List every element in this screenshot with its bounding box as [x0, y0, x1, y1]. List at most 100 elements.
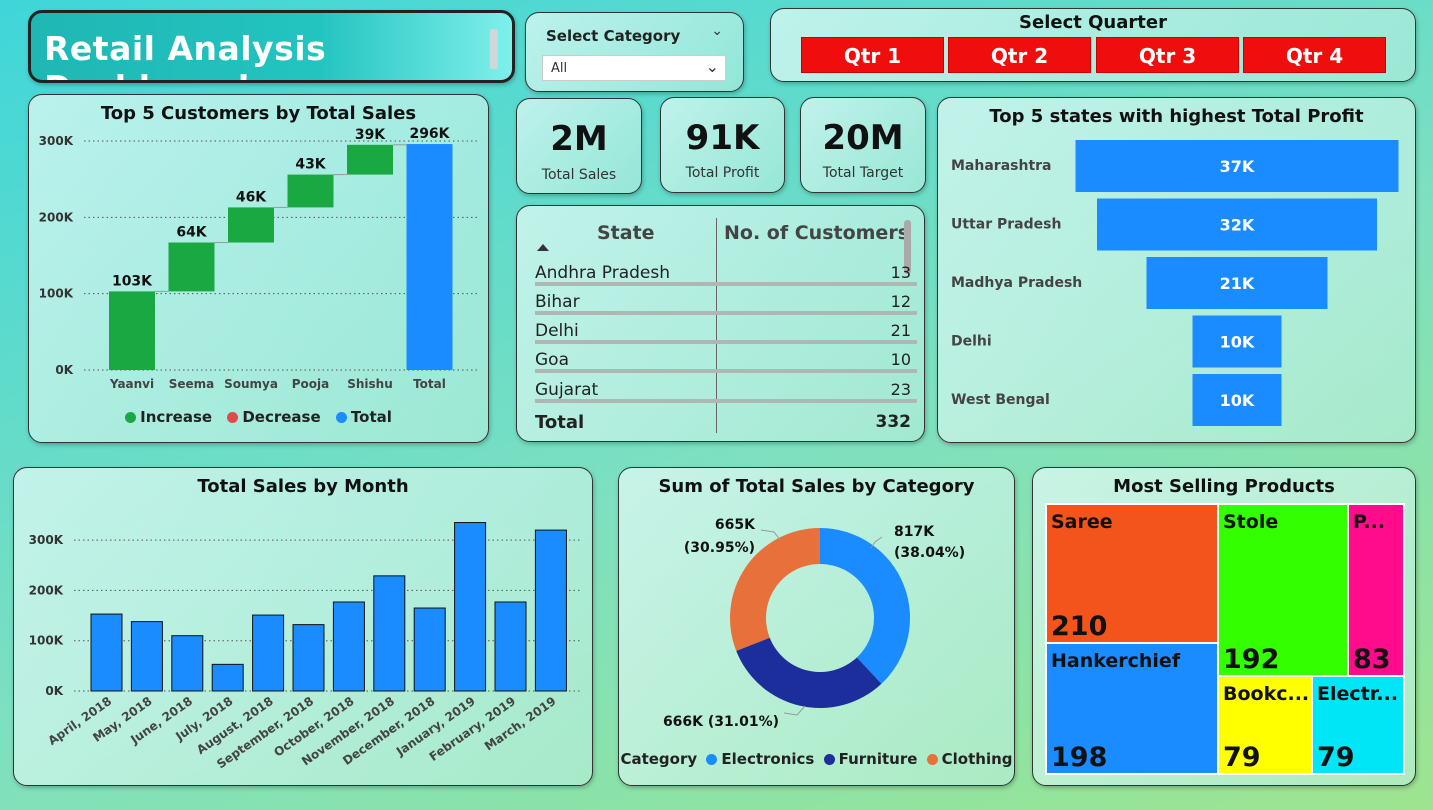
month-bar	[373, 575, 406, 692]
month-bar	[332, 601, 365, 692]
tile-value: 79	[1317, 742, 1355, 773]
table-total-row: Total 332	[535, 409, 917, 435]
legend-decrease: Decrease	[227, 408, 321, 426]
y-tick-label: 0K	[55, 363, 73, 377]
y-tick-label: 100K	[39, 287, 74, 301]
waterfall-chart: 0K 100K 200K 300K 103K Yaanvi 64K Seema 46K Soumy…	[39, 126, 479, 391]
legend-title: Category	[620, 750, 698, 768]
tile-value: 198	[1051, 742, 1108, 773]
furniture-dot-icon	[823, 754, 835, 765]
quarter-button-q1[interactable]: Qtr 1	[801, 37, 944, 73]
month-bar	[534, 529, 567, 692]
decrease-dot-icon	[227, 412, 239, 423]
y-tick-label: 0K	[45, 684, 63, 698]
page-title: Retail Analysis Dashboard	[44, 29, 327, 80]
table-row: Gujarat 23	[535, 377, 917, 403]
column-header-customers[interactable]: No. of Customers	[724, 222, 909, 244]
month-bar	[494, 601, 527, 692]
y-tick-label: 300K	[39, 134, 74, 148]
data-label: 296K	[409, 126, 450, 142]
cell-count: 23	[890, 380, 911, 399]
category-slicer-label: Select Category	[546, 27, 681, 45]
electronics-dot-icon	[706, 754, 718, 765]
table-row: Bihar 12	[535, 289, 917, 315]
kpi-value: 20M	[822, 118, 904, 158]
category-dropdown[interactable]: All ⌄	[542, 55, 726, 81]
month-bar	[90, 613, 123, 692]
x-tick-label: Shishu	[347, 377, 393, 391]
title-banner: Retail Analysis Dashboard	[28, 10, 515, 83]
waterfall-bar	[347, 144, 393, 175]
total-value: 332	[875, 412, 912, 432]
data-label: 39K	[355, 127, 386, 143]
cell-count: 10	[890, 350, 911, 369]
kpi-total-sales: 2M Total Sales	[516, 98, 642, 194]
category-label: West Bengal	[951, 392, 1050, 408]
data-label: 37K	[1220, 157, 1255, 176]
leader-line	[870, 536, 883, 549]
treemap-tile[interactable]: Stole 192	[1217, 503, 1349, 677]
cell-state: Andhra Pradesh	[535, 263, 671, 283]
x-tick-label: Pooja	[292, 377, 330, 391]
month-bar	[292, 624, 325, 692]
tile-value: 210	[1051, 611, 1108, 642]
treemap-title: Most Selling Products	[1113, 476, 1335, 497]
cell-count: 13	[890, 263, 911, 282]
month-bar	[454, 522, 487, 692]
kpi-label: Total Profit	[685, 165, 760, 181]
total-dot-icon	[335, 412, 347, 423]
waterfall-bar	[109, 291, 155, 370]
y-tick-label: 200K	[39, 210, 74, 224]
table-row: Goa 10	[535, 347, 917, 373]
waterfall-bar	[228, 207, 274, 243]
sort-ascending-icon[interactable]	[537, 244, 549, 251]
tile-label: Electr...	[1317, 683, 1399, 705]
data-label: 10K	[1220, 391, 1255, 410]
category-slicer[interactable]: Select Category ⌄ All ⌄	[525, 12, 744, 92]
kpi-value: 2M	[550, 119, 608, 159]
tile-value: 192	[1223, 644, 1280, 675]
chevron-down-icon[interactable]: ⌄	[711, 23, 723, 39]
data-label: 46K	[236, 189, 267, 205]
cell-count: 21	[890, 321, 911, 340]
column-header-state[interactable]: State	[597, 222, 655, 244]
data-label: 817K	[894, 524, 935, 540]
treemap-tile[interactable]: Electr... 79	[1311, 675, 1405, 775]
treemap-tile[interactable]: Bookc... 79	[1217, 675, 1313, 775]
data-label: (38.04%)	[894, 545, 965, 561]
y-tick-label: 100K	[29, 634, 64, 648]
customers-table: State No. of Customers Andhra Pradesh 13…	[516, 205, 925, 442]
clothing-dot-icon	[926, 754, 938, 765]
treemap-tile[interactable]: Saree 210	[1045, 503, 1219, 644]
table-row: Andhra Pradesh 13	[535, 260, 917, 286]
table-row: Delhi 21	[535, 318, 917, 344]
treemap-tile[interactable]: P... 83	[1347, 503, 1405, 677]
quarter-button-q3[interactable]: Qtr 3	[1096, 37, 1239, 73]
month-bar	[130, 621, 163, 692]
tile-label: Stole	[1223, 511, 1279, 533]
quarter-button-q2[interactable]: Qtr 2	[948, 37, 1091, 73]
kpi-label: Total Target	[822, 165, 904, 181]
category-dropdown-value: All	[551, 61, 568, 76]
treemap-tile[interactable]: Hankerchief 198	[1045, 642, 1219, 775]
waterfall-card: Top 5 Customers by Total Sales 0K 100K 200…	[28, 94, 489, 443]
funnel-card: Top 5 states with highest Total Profit 3…	[937, 97, 1416, 443]
chevron-down-icon[interactable]: ⌄	[706, 57, 719, 76]
tile-label: Saree	[1051, 511, 1113, 533]
tile-label: Hankerchief	[1051, 650, 1181, 672]
quarter-button-q4[interactable]: Qtr 4	[1243, 37, 1386, 73]
cell-state: Delhi	[535, 321, 579, 341]
kpi-total-profit: 91K Total Profit	[660, 97, 785, 193]
products-treemap-card: Most Selling Products Saree 210 Hankerch…	[1032, 467, 1416, 786]
x-tick-label: Soumya	[224, 377, 278, 391]
donut-legend: Category Electronics Furniture Clothing	[619, 750, 1014, 768]
cell-count: 12	[890, 292, 911, 311]
data-label: 43K	[295, 157, 326, 173]
tile-label: P...	[1353, 511, 1386, 533]
kpi-label: Total Sales	[541, 167, 617, 183]
tile-value: 83	[1353, 644, 1391, 675]
category-label: Madhya Pradesh	[951, 275, 1082, 291]
increase-dot-icon	[125, 412, 137, 423]
month-bar	[211, 663, 244, 692]
data-label: 10K	[1220, 333, 1255, 352]
